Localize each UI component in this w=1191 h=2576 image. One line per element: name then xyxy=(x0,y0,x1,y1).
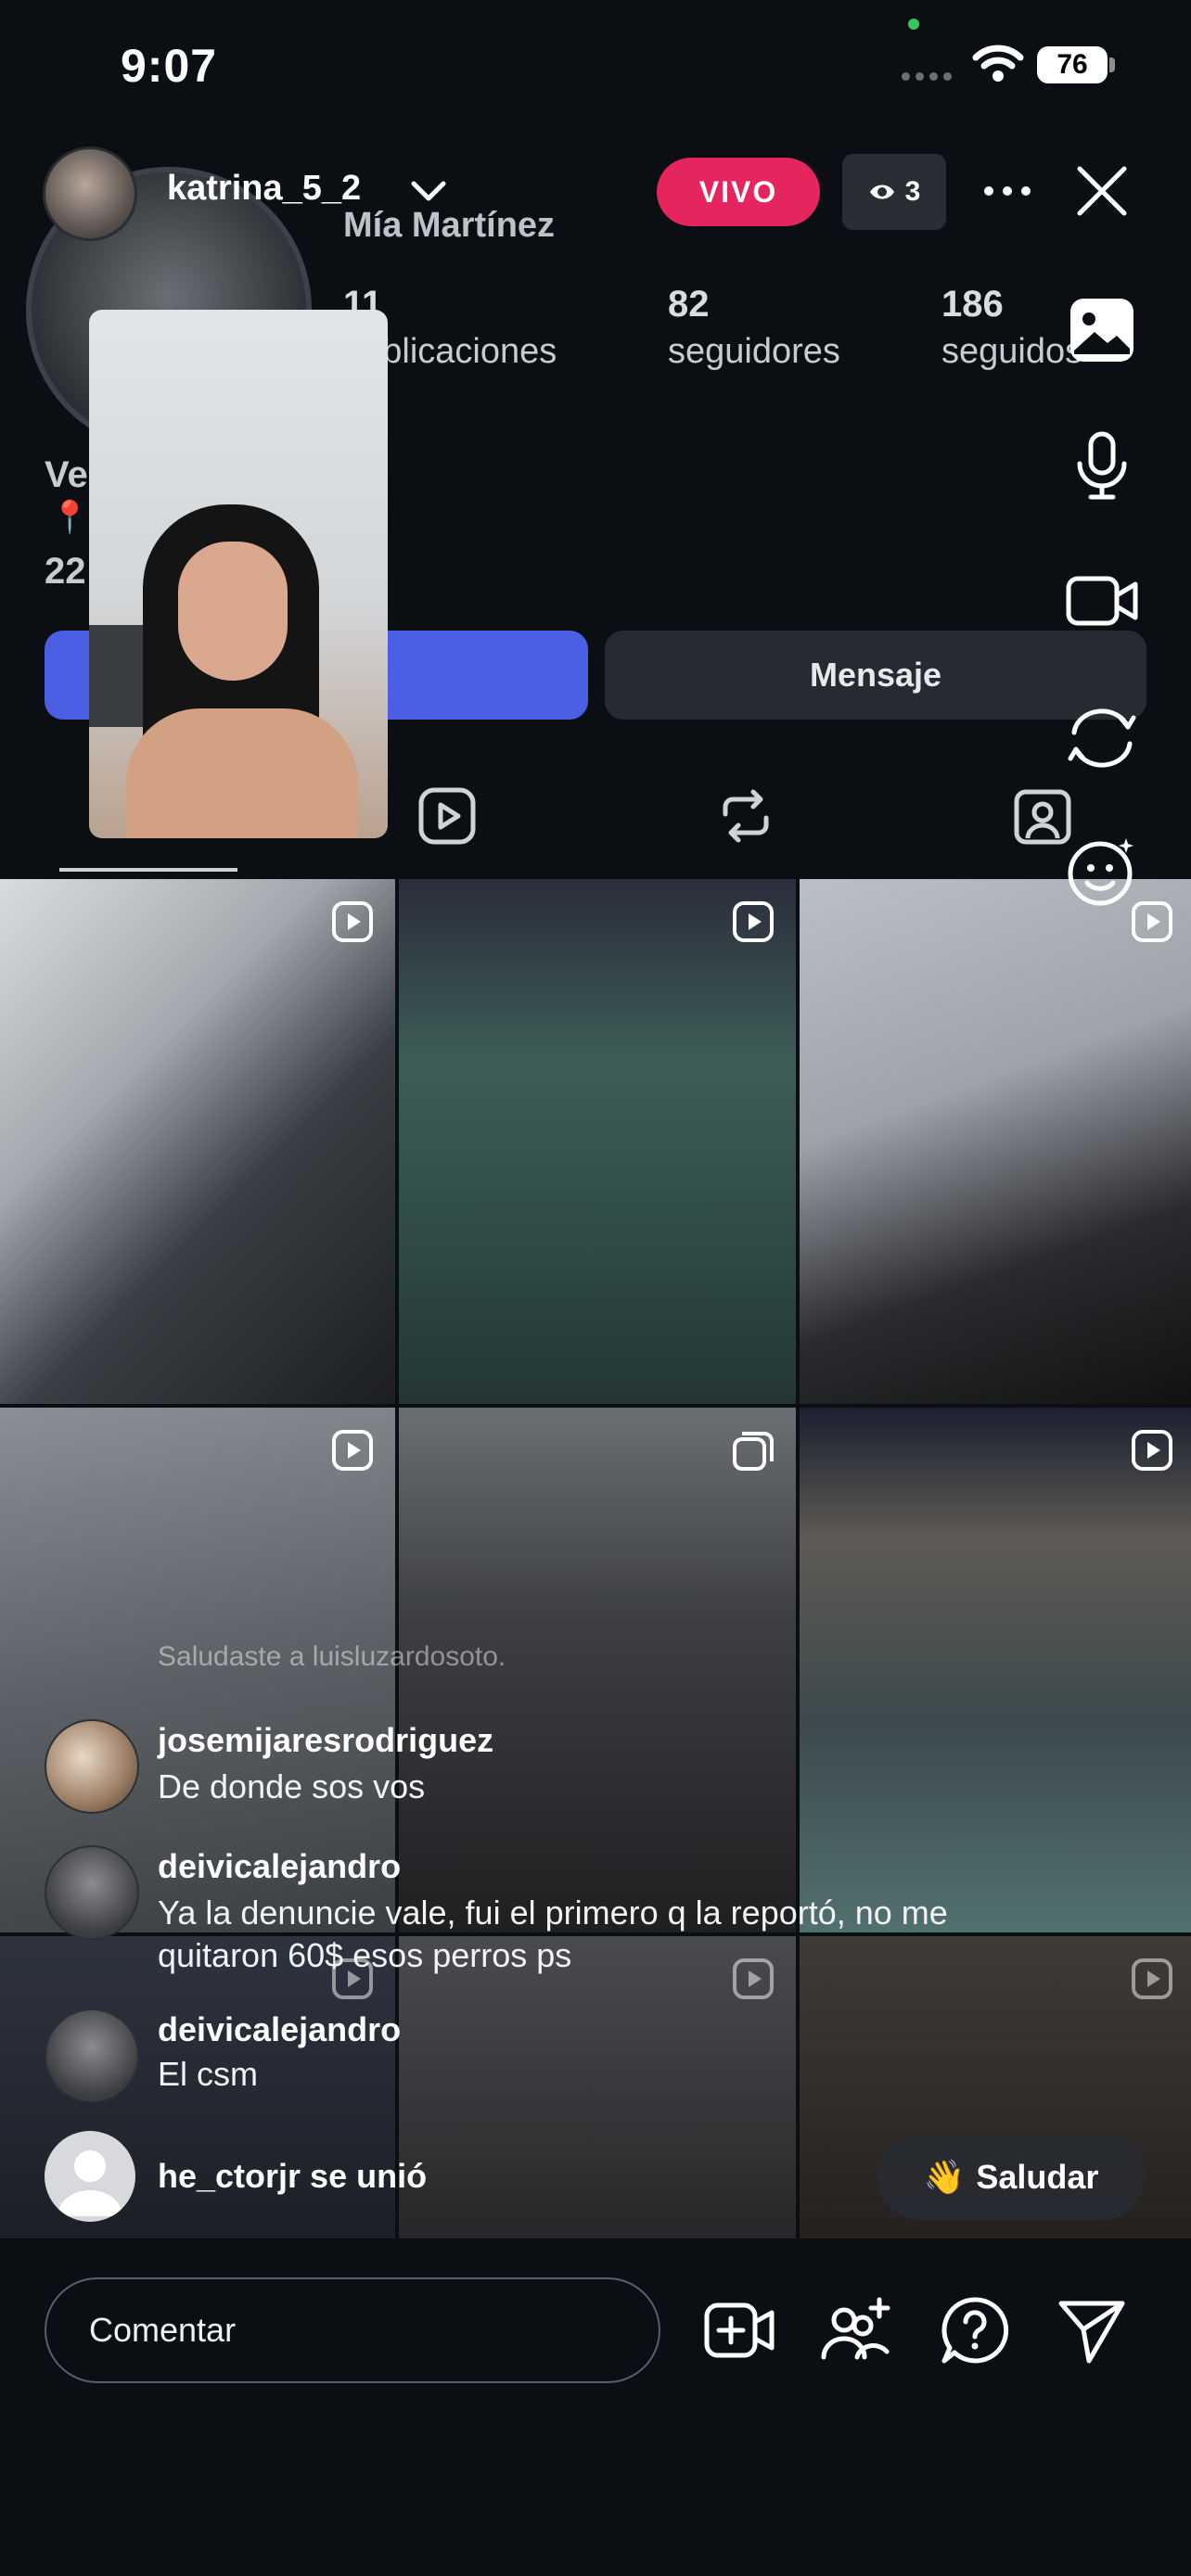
chevron-down-icon[interactable] xyxy=(408,178,449,206)
reel-icon xyxy=(1132,1958,1172,1999)
comment-username[interactable]: deivicalejandro xyxy=(158,2010,401,2049)
reel-icon xyxy=(332,1430,373,1471)
reposts-tab-icon[interactable] xyxy=(712,783,779,849)
wave-button-label: Saludar xyxy=(976,2158,1099,2196)
status-time: 9:07 xyxy=(121,40,218,92)
eye-icon xyxy=(869,185,894,199)
host-username[interactable]: katrina_5_2 xyxy=(167,169,361,209)
profile-display-name: Mía Martínez xyxy=(343,206,556,245)
comment-text: Ya la denuncie vale, fui el primero q la… xyxy=(158,1894,948,1974)
grid-post[interactable] xyxy=(800,879,1191,1404)
comment-avatar[interactable] xyxy=(45,1719,139,1814)
default-avatar-icon xyxy=(45,2131,135,2222)
reel-icon xyxy=(1132,1430,1172,1471)
battery-icon: 76 xyxy=(1037,46,1108,83)
grid-post[interactable] xyxy=(399,879,796,1404)
viewer-count-button[interactable]: 3 xyxy=(842,154,946,230)
wave-button[interactable]: 👋 Saludar xyxy=(877,2135,1145,2220)
more-icon[interactable] xyxy=(980,163,1035,219)
camera-preview-body xyxy=(126,708,358,838)
viewer-count: 3 xyxy=(904,176,921,207)
wave-emoji-icon: 👋 xyxy=(923,2158,966,2196)
reel-icon xyxy=(733,901,774,942)
comment-avatar[interactable] xyxy=(45,1845,139,1940)
grid-post[interactable] xyxy=(399,1936,796,2238)
grid-post[interactable] xyxy=(0,879,395,1404)
question-icon[interactable] xyxy=(939,2294,1011,2366)
location-pin-icon: 📍 xyxy=(50,500,90,535)
grid-tab-indicator xyxy=(59,868,237,872)
flip-camera-icon[interactable] xyxy=(1065,701,1139,775)
reel-icon xyxy=(332,901,373,942)
comment-username[interactable]: josemijaresrodriguez xyxy=(158,1721,493,1760)
wifi-icon xyxy=(972,45,1024,82)
greeting-notice: Saludaste a luisluzardosoto. xyxy=(158,1641,506,1672)
grid-post[interactable] xyxy=(800,1408,1191,1932)
comment-avatar[interactable] xyxy=(45,2009,139,2103)
join-event-text: he_ctorjr se unió xyxy=(158,2157,428,2195)
comment-text: De donde sos vos xyxy=(158,1767,426,1805)
following-count: 186 xyxy=(941,284,1004,325)
add-guest-icon[interactable] xyxy=(820,2294,892,2366)
camera-preview[interactable] xyxy=(89,310,388,838)
battery-tip xyxy=(1109,57,1115,72)
video-camera-icon[interactable] xyxy=(1065,564,1139,638)
comment-text: El csm xyxy=(158,2055,258,2093)
bio-line-3: 22 xyxy=(45,551,86,592)
cellular-signal-icon xyxy=(902,72,957,82)
comment-username[interactable]: deivicalejandro xyxy=(158,1847,401,1886)
followers-count: 82 xyxy=(668,284,710,325)
send-icon[interactable] xyxy=(1056,2294,1128,2366)
bio-line-1: Ve xyxy=(45,454,88,495)
effects-icon[interactable] xyxy=(1065,835,1139,909)
reels-tab-icon[interactable] xyxy=(414,783,480,849)
followers-label: seguidores xyxy=(668,332,840,371)
add-video-icon[interactable] xyxy=(703,2294,775,2366)
microphone-icon[interactable] xyxy=(1065,428,1139,503)
live-badge: VIVO xyxy=(657,158,820,226)
carousel-icon xyxy=(733,1432,774,1471)
comment-input[interactable] xyxy=(45,2277,660,2383)
camera-preview-face xyxy=(178,542,288,681)
close-icon[interactable] xyxy=(1074,163,1130,219)
host-avatar[interactable] xyxy=(43,147,137,241)
gallery-icon[interactable] xyxy=(1065,293,1139,367)
camera-indicator-dot xyxy=(908,19,919,30)
